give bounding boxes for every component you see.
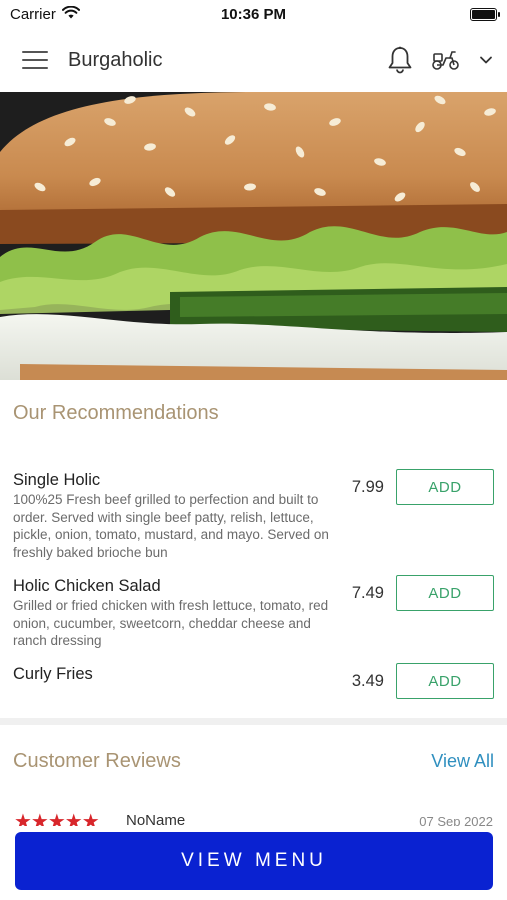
item-price: 7.99 bbox=[351, 478, 384, 496]
add-button[interactable]: ADD bbox=[396, 575, 494, 611]
item-description: Grilled or fried chicken with fresh lett… bbox=[13, 598, 329, 648]
restaurant-title: Burgaholic bbox=[68, 48, 163, 71]
bell-icon[interactable] bbox=[387, 46, 413, 74]
item-price: 7.49 bbox=[351, 584, 384, 602]
menu-item: Single Holic 100%25 Fresh beef grilled t… bbox=[0, 468, 507, 568]
menu-item: Holic Chicken Salad Grilled or fried chi… bbox=[0, 574, 507, 654]
status-bar: Carrier 10:36 PM bbox=[0, 0, 507, 28]
view-menu-button[interactable]: VIEW MENU bbox=[15, 832, 493, 890]
battery-icon bbox=[470, 7, 500, 21]
add-button[interactable]: ADD bbox=[396, 663, 494, 699]
carrier-label: Carrier bbox=[10, 5, 56, 23]
hero-burger-image bbox=[0, 92, 507, 380]
chevron-down-icon[interactable] bbox=[479, 55, 493, 65]
wifi-icon bbox=[61, 5, 80, 23]
menu-item: Curly Fries 3.49 ADD bbox=[0, 662, 507, 702]
section-divider bbox=[0, 718, 507, 725]
item-name: Curly Fries bbox=[13, 665, 93, 683]
recommendations-heading: Our Recommendations bbox=[13, 402, 219, 424]
item-price: 3.49 bbox=[351, 672, 384, 690]
item-description: 100%25 Fresh beef grilled to perfection … bbox=[13, 492, 329, 560]
delivery-scooter-icon[interactable] bbox=[431, 49, 461, 71]
item-name: Single Holic bbox=[13, 471, 101, 489]
nav-bar: Burgaholic bbox=[0, 28, 507, 92]
add-button[interactable]: ADD bbox=[396, 469, 494, 505]
reviews-heading: Customer Reviews bbox=[13, 750, 181, 772]
item-name: Holic Chicken Salad bbox=[13, 577, 161, 595]
view-all-reviews-link[interactable]: View All bbox=[431, 751, 494, 772]
hamburger-menu-icon[interactable] bbox=[22, 49, 48, 71]
